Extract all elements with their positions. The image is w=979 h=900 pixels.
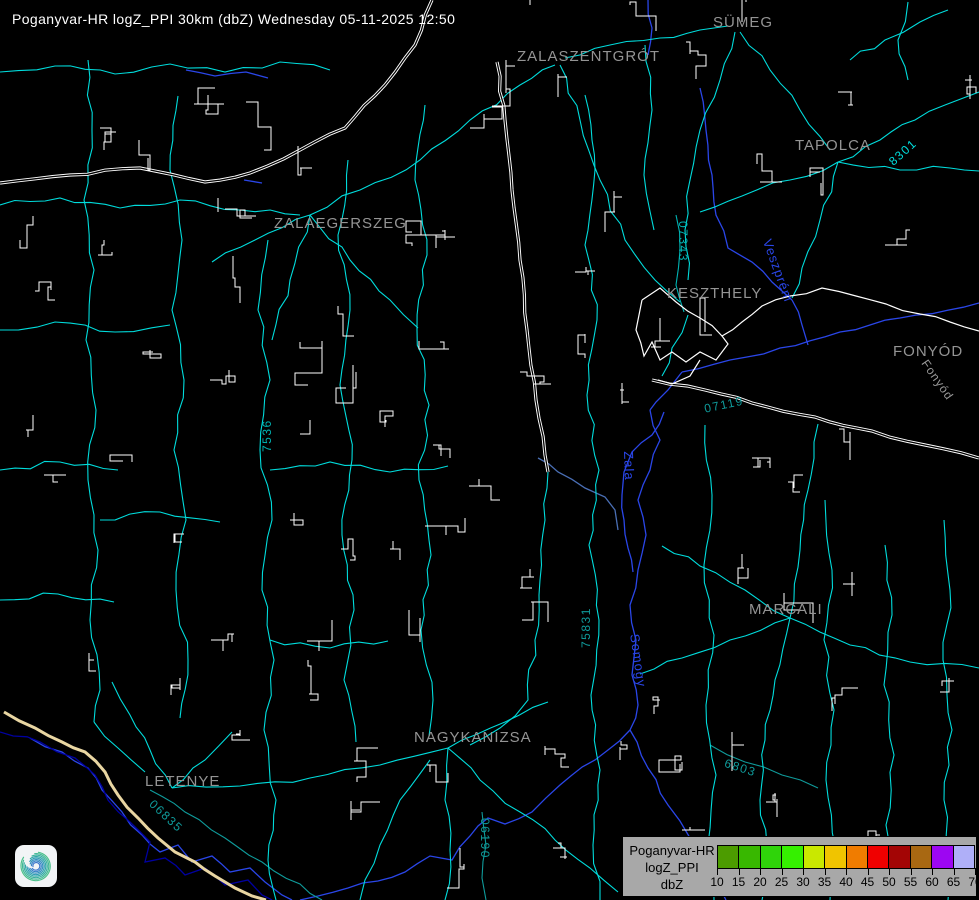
colorscale-legend: Poganyvar-HR logZ_PPI dbZ 10152025303540…: [622, 836, 977, 897]
colorscale-tick: [846, 868, 847, 875]
legend-caption: Poganyvar-HR logZ_PPI dbZ: [627, 842, 717, 893]
legend-product: logZ_PPI: [627, 859, 717, 876]
road-number-75831: 75831: [579, 607, 593, 648]
city-label-marcali: MARCALI: [749, 601, 823, 618]
colorscale-tick: [868, 868, 869, 875]
legend-radar-name: Poganyvar-HR: [627, 842, 717, 859]
minor-roads: [150, 215, 818, 900]
colorscale-cell: [782, 846, 803, 868]
colorscale-tick: [803, 868, 804, 875]
colorscale-tick-labels: 10152025303540455055606570: [717, 875, 975, 891]
colorscale-tick-label: 50: [878, 875, 900, 889]
river-label-zala: Zala: [621, 451, 637, 481]
legend-unit: dbZ: [627, 876, 717, 893]
colorscale-tick-label: 55: [900, 875, 922, 889]
colorscale-tick-label: 70: [964, 875, 979, 889]
colorscale-cell: [739, 846, 760, 868]
city-label-zalaegerszeg: ZALAEGERSZEG: [274, 215, 407, 232]
radar-map-canvas: [0, 0, 979, 900]
colorscale-tick-label: 40: [835, 875, 857, 889]
weather-app-logo-icon: [15, 845, 57, 887]
colorscale-tick-label: 60: [921, 875, 943, 889]
colorscale-tick: [717, 868, 718, 875]
spiral-swirl-icon: [15, 845, 57, 887]
colorscale-tick-label: 25: [771, 875, 793, 889]
colorscale-cell: [954, 846, 974, 868]
city-label-letenye: LETENYE: [145, 773, 220, 790]
product-title: Poganyvar-HR logZ_PPI 30km (dbZ) Wednesd…: [12, 11, 455, 27]
city-label-nagykanizsa: NAGYKANIZSA: [414, 729, 532, 746]
colorscale-ticks: [717, 868, 975, 875]
city-label-sumeg: SÜMEG: [713, 14, 773, 31]
colorscale-tick-label: 30: [792, 875, 814, 889]
colorscale-cell: [889, 846, 910, 868]
colorscale-tick-label: 10: [706, 875, 728, 889]
colorscale-tick: [954, 868, 955, 875]
radar-viewport: Poganyvar-HR logZ_PPI 30km (dbZ) Wednesd…: [0, 0, 979, 900]
colorscale-tick: [739, 868, 740, 875]
county-boundaries-and-rivers: [0, 0, 979, 900]
road-number-07343: 07343: [676, 221, 690, 262]
main-roads-white: [0, 0, 979, 472]
colorscale-cell: [847, 846, 868, 868]
colorscale-tick: [889, 868, 890, 875]
city-label-zalaszentgrot: ZALASZENTGRÓT: [517, 48, 660, 65]
colorscale-tick: [911, 868, 912, 875]
colorscale-cell: [761, 846, 782, 868]
colorscale-tick: [975, 868, 976, 875]
colorscale-tick-label: 20: [749, 875, 771, 889]
colorscale-tick-label: 65: [943, 875, 965, 889]
colorscale-cell: [932, 846, 953, 868]
colorscale-tick: [760, 868, 761, 875]
city-label-keszthely: KESZTHELY: [667, 285, 762, 302]
colorscale-tick: [932, 868, 933, 875]
colorscale-cell: [825, 846, 846, 868]
road-number-7536: 7536: [260, 419, 274, 452]
colorscale-cell: [718, 846, 739, 868]
colorscale-tick: [825, 868, 826, 875]
colorscale-tick: [782, 868, 783, 875]
settlement-outlines: [20, 0, 976, 888]
colorscale-bar: [717, 845, 975, 869]
colorscale-tick-label: 15: [728, 875, 750, 889]
colorscale-cell: [804, 846, 825, 868]
colorscale-tick-label: 45: [857, 875, 879, 889]
road-number-06190: 06190: [478, 818, 492, 859]
city-label-tapolca: TAPOLCA: [795, 137, 871, 154]
colorscale-tick-label: 35: [814, 875, 836, 889]
colorscale-cell: [868, 846, 889, 868]
colorscale-cell: [911, 846, 932, 868]
